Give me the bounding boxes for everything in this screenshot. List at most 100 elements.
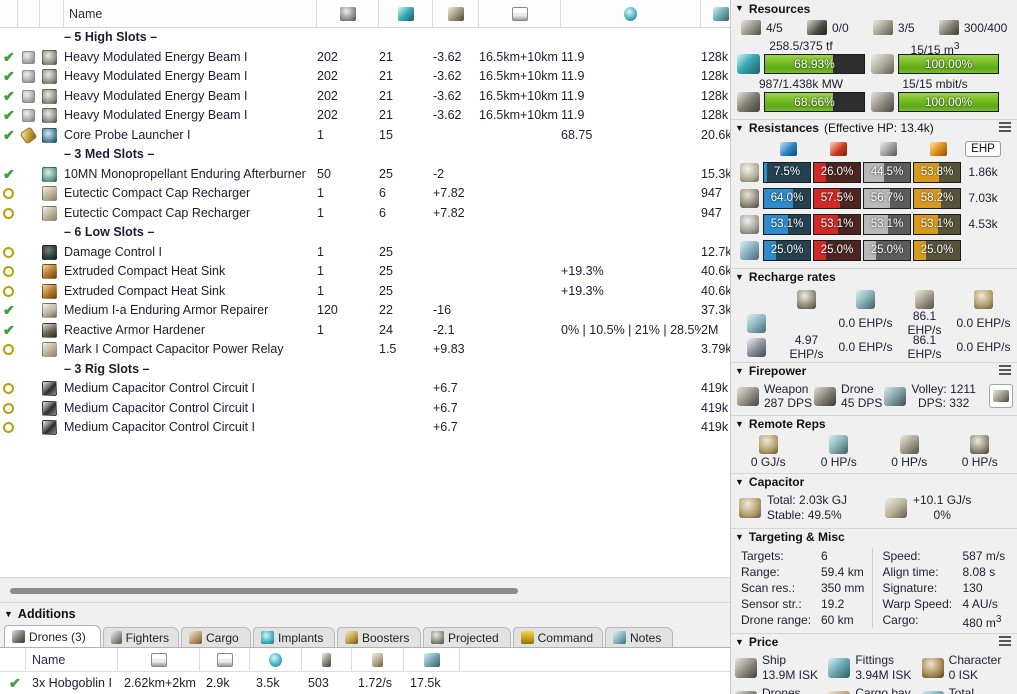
tab-cargo[interactable]: Cargo	[181, 627, 251, 647]
resistance-cell-em: 53.1%	[763, 214, 813, 235]
table-row[interactable]: ✔Heavy Modulated Energy Beam I20221-3.62…	[0, 67, 730, 87]
module-state-icon[interactable]	[3, 422, 14, 433]
module-state-icon[interactable]	[3, 208, 14, 219]
capacitor-header[interactable]: ▼ Capacitor	[731, 473, 1017, 490]
table-row[interactable]: Medium Capacitor Control Circuit I+6.741…	[0, 418, 730, 438]
module-state-icon[interactable]	[3, 247, 14, 258]
table-row[interactable]: ✔Heavy Modulated Energy Beam I20221-3.62…	[0, 106, 730, 126]
module-charge-icon[interactable]	[19, 126, 37, 144]
collapse-caret-icon[interactable]: ▼	[735, 638, 744, 647]
module-type-icon[interactable]	[42, 420, 57, 435]
table-row[interactable]: Eutectic Compact Cap Recharger16+7.82947	[0, 184, 730, 204]
module-charge-icon[interactable]	[22, 70, 35, 83]
price-menu-icon[interactable]	[999, 636, 1011, 646]
module-list-body[interactable]: – 5 High Slots –✔Heavy Modulated Energy …	[0, 28, 730, 577]
firepower-menu-icon[interactable]	[999, 365, 1011, 375]
module-state-icon[interactable]: ✔	[3, 129, 16, 142]
module-state-icon[interactable]	[3, 344, 14, 355]
module-state-icon[interactable]	[3, 383, 14, 394]
tab-notes[interactable]: Notes	[605, 627, 673, 647]
module-state-icon[interactable]: ✔	[3, 90, 16, 103]
table-row[interactable]: Mark I Compact Capacitor Power Relay1.5+…	[0, 340, 730, 360]
module-charge-icon[interactable]	[22, 90, 35, 103]
module-list-hscrollbar[interactable]	[0, 577, 730, 603]
module-type-icon[interactable]	[42, 69, 57, 84]
table-row[interactable]: Eutectic Compact Cap Recharger16+7.82947	[0, 204, 730, 224]
module-type-icon[interactable]	[42, 245, 57, 260]
module-type-icon[interactable]	[42, 342, 57, 357]
table-row[interactable]: ✔Reactive Armor Hardener124-2.10% | 10.5…	[0, 321, 730, 341]
ehp-toggle-button[interactable]: EHP	[965, 141, 1001, 157]
firepower-line1: Drone	[841, 382, 882, 396]
tab-command[interactable]: Command	[513, 627, 603, 647]
module-type-icon[interactable]	[42, 264, 57, 279]
table-row[interactable]: Medium Capacitor Control Circuit I+6.741…	[0, 399, 730, 419]
module-state-icon[interactable]	[3, 188, 14, 199]
drone-state-icon[interactable]: ✔	[9, 677, 22, 690]
module-type-icon[interactable]	[42, 167, 57, 182]
table-row[interactable]: ✔Medium I-a Enduring Armor Repairer12022…	[0, 301, 730, 321]
remote-shield-icon	[970, 435, 989, 454]
module-type-icon[interactable]	[42, 206, 57, 221]
collapse-caret-icon[interactable]: ▼	[735, 273, 744, 282]
resistance-bar: 25.0%	[913, 240, 961, 261]
module-charge-icon[interactable]	[22, 51, 35, 64]
module-state-icon[interactable]: ✔	[3, 168, 16, 181]
module-state-icon[interactable]	[3, 286, 14, 297]
module-type-icon[interactable]	[42, 186, 57, 201]
scrollbar-thumb[interactable]	[10, 588, 518, 594]
recharge-header[interactable]: ▼ Recharge rates	[731, 268, 1017, 285]
collapse-caret-icon[interactable]: ▼	[735, 124, 744, 133]
module-type-icon[interactable]	[42, 284, 57, 299]
tab-boosters[interactable]: Boosters	[337, 627, 421, 647]
module-type-icon[interactable]	[42, 401, 57, 416]
collapse-caret-icon[interactable]: ▼	[4, 610, 13, 619]
module-state-icon[interactable]: ✔	[3, 70, 16, 83]
module-state-icon[interactable]: ✔	[3, 51, 16, 64]
resources-header[interactable]: ▼ Resources	[731, 0, 1017, 17]
tab-drones-3[interactable]: Drones (3)	[4, 625, 101, 647]
collapse-caret-icon[interactable]: ▼	[735, 4, 744, 13]
module-state-icon[interactable]: ✔	[3, 304, 16, 317]
module-type-icon[interactable]	[42, 303, 57, 318]
list-item[interactable]: ✔3x Hobgoblin I2.62km+2km2.9k3.5k5031.72…	[0, 672, 730, 694]
collapse-caret-icon[interactable]: ▼	[735, 367, 744, 376]
collapse-caret-icon[interactable]: ▼	[735, 533, 744, 542]
table-row[interactable]: ✔Heavy Modulated Energy Beam I20221-3.62…	[0, 48, 730, 68]
additions-tabbar[interactable]: Drones (3)FightersCargoImplantsBoostersP…	[0, 625, 730, 647]
firepower-header[interactable]: ▼ Firepower	[731, 362, 1017, 379]
additions-header[interactable]: ▼ Additions	[0, 603, 730, 625]
table-row[interactable]: ✔Heavy Modulated Energy Beam I20221-3.62…	[0, 87, 730, 107]
tab-projected[interactable]: Projected	[423, 627, 511, 647]
price-header[interactable]: ▼ Price	[731, 633, 1017, 650]
resistances-menu-icon[interactable]	[999, 122, 1011, 132]
targeting-header[interactable]: ▼ Targeting & Misc	[731, 528, 1017, 545]
resistances-header[interactable]: ▼ Resistances (Effective HP: 13.4k)	[731, 119, 1017, 136]
module-state-icon[interactable]: ✔	[3, 109, 16, 122]
tab-implants[interactable]: Implants	[253, 627, 335, 647]
module-type-icon[interactable]	[42, 89, 57, 104]
remote-cap-icon	[759, 435, 778, 454]
firepower-graph-button[interactable]	[989, 384, 1013, 408]
table-row[interactable]: Extruded Compact Heat Sink125+19.3%40.6k	[0, 282, 730, 302]
module-state-icon[interactable]	[3, 266, 14, 277]
table-row[interactable]: Medium Capacitor Control Circuit I+6.741…	[0, 379, 730, 399]
module-state-icon[interactable]	[3, 403, 14, 414]
module-type-icon[interactable]	[42, 50, 57, 65]
module-type-icon[interactable]	[42, 128, 57, 143]
module-type-icon[interactable]	[42, 381, 57, 396]
remote-reps-header[interactable]: ▼ Remote Reps	[731, 415, 1017, 432]
table-row[interactable]: ✔10MN Monopropellant Enduring Afterburne…	[0, 165, 730, 185]
progress-label: 68.66%	[765, 93, 864, 111]
module-state-icon[interactable]: ✔	[3, 324, 16, 337]
module-charge-icon[interactable]	[22, 109, 35, 122]
tab-fighters[interactable]: Fighters	[103, 627, 179, 647]
collapse-caret-icon[interactable]: ▼	[735, 420, 744, 429]
table-row[interactable]: ✔Core Probe Launcher I11568.7520.6k	[0, 126, 730, 146]
collapse-caret-icon[interactable]: ▼	[735, 478, 744, 487]
table-row[interactable]: Extruded Compact Heat Sink125+19.3%40.6k	[0, 262, 730, 282]
table-row[interactable]: Damage Control I12512.7k	[0, 243, 730, 263]
module-type-icon[interactable]	[42, 323, 57, 338]
drones-table-body[interactable]: ✔3x Hobgoblin I2.62km+2km2.9k3.5k5031.72…	[0, 672, 730, 694]
module-type-icon[interactable]	[42, 108, 57, 123]
